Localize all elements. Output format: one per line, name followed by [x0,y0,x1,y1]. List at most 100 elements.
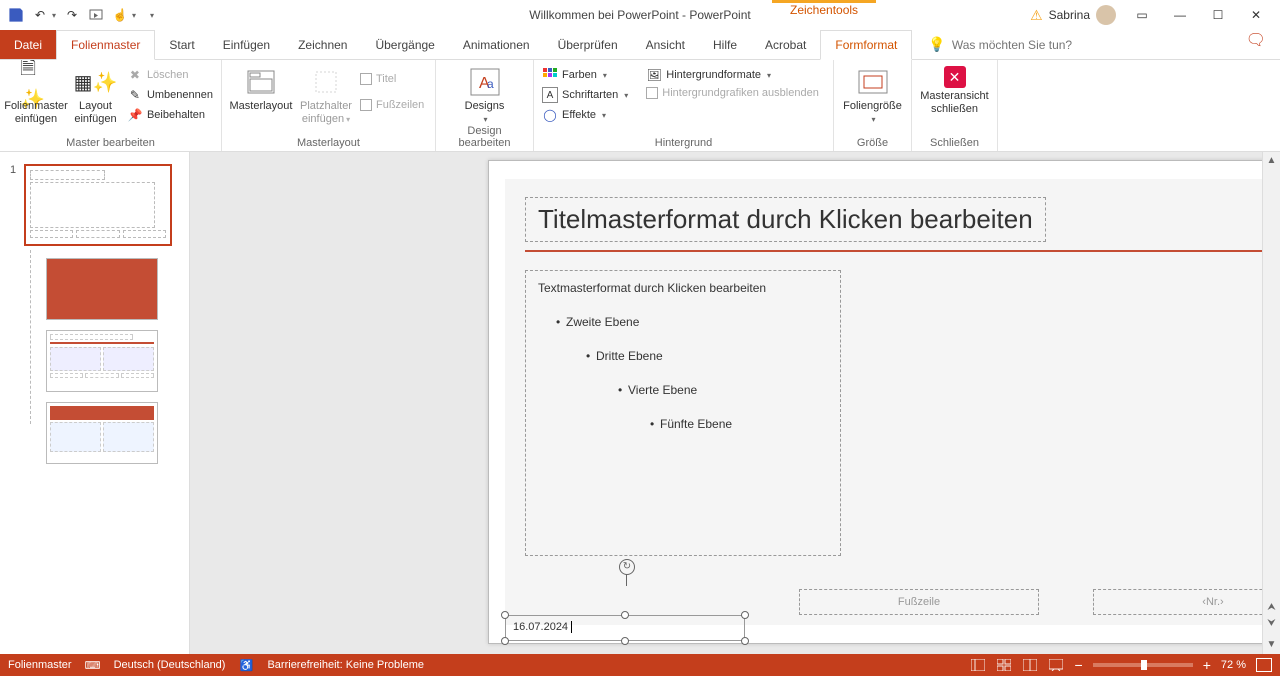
tab-file[interactable]: Datei [0,30,56,59]
slide-number-placeholder[interactable]: ‹Nr.› [1093,589,1280,615]
zoom-in-icon[interactable]: + [1203,657,1211,673]
master-thumbnail[interactable] [24,164,172,246]
tab-hilfe[interactable]: Hilfe [699,30,751,59]
colors-icon [542,67,558,83]
redo-icon[interactable]: ↷ [64,7,80,23]
body-level-4: •Vierte Ebene [538,383,828,397]
prev-slide-icon[interactable]: ⮝ [1263,602,1280,618]
tab-einfuegen[interactable]: Einfügen [209,30,284,59]
scroll-down-icon[interactable]: ▼ [1263,636,1280,654]
ribbon-display-icon[interactable]: ▭ [1130,3,1154,27]
zoom-thumb[interactable] [1141,660,1147,670]
normal-view-icon[interactable] [969,657,987,673]
title-placeholder[interactable]: Titelmasterformat durch Klicken bearbeit… [525,197,1046,242]
fit-to-window-icon[interactable] [1256,658,1272,672]
body-level-3: •Dritte Ebene [538,349,828,363]
contextual-tab-group: Zeichentools [772,0,876,20]
insert-layout-button[interactable]: ▦✨ Layout einfügen [70,66,121,125]
checkbox-icon [646,87,658,99]
user-account[interactable]: ⚠ Sabrina [1030,5,1116,25]
slideshow-view-icon[interactable] [1047,657,1065,673]
tab-uebergaenge[interactable]: Übergänge [361,30,448,59]
edit-pane[interactable]: Titelmasterformat durch Klicken bearbeit… [190,152,1280,654]
close-master-icon: ✕ [944,66,966,88]
colors-button[interactable]: Farben▾ [540,66,630,84]
touch-mode-icon[interactable]: ☝ [112,7,128,23]
lightbulb-icon: 💡 [928,36,945,53]
tab-formformat[interactable]: Formformat [820,30,912,60]
slide-canvas[interactable]: Titelmasterformat durch Klicken bearbeit… [488,160,1280,644]
layout-thumbnail[interactable] [46,402,158,464]
tab-ueberpruefen[interactable]: Überprüfen [544,30,632,59]
fonts-button[interactable]: ASchriftarten▾ [540,86,630,104]
thumbnail-pane[interactable]: 1 [0,152,190,654]
reading-view-icon[interactable] [1021,657,1039,673]
minimize-icon[interactable]: — [1168,3,1192,27]
status-accessibility[interactable]: Barrierefreiheit: Keine Probleme [267,659,424,671]
undo-icon[interactable]: ↶ [32,7,48,23]
layout-thumbnail[interactable] [46,330,158,392]
master-layout-icon [245,66,277,98]
tab-acrobat[interactable]: Acrobat [751,30,820,59]
scroll-up-icon[interactable]: ▲ [1263,152,1280,170]
warning-icon: ⚠ [1030,7,1043,24]
start-from-beginning-icon[interactable] [88,7,104,23]
layout-thumbnails [46,258,179,464]
close-master-label: Masteransicht schließen [918,90,991,115]
effects-button[interactable]: ◯Effekte▾ [540,106,630,124]
layout-thumbnail[interactable] [46,258,158,320]
bg-formats-button[interactable]: 🖼Hintergrundformate▾ [644,66,821,84]
tab-folienmaster[interactable]: Folienmaster [56,30,155,60]
group-label: Masterlayout [228,137,429,151]
vertical-scrollbar[interactable]: ▲ ⮝ ⮟ ▼ [1262,152,1280,654]
zoom-slider[interactable] [1093,663,1193,667]
tell-me[interactable]: 💡 [912,30,1151,59]
footer-checkbox[interactable]: Fußzeilen [358,98,426,112]
save-icon[interactable] [8,7,24,23]
tell-me-input[interactable] [952,38,1152,52]
comments-icon[interactable]: 🗨 [1246,30,1266,50]
rename-button[interactable]: ✎Umbenennen [125,86,215,104]
title-checkbox[interactable]: Titel [358,72,426,86]
tab-animationen[interactable]: Animationen [449,30,544,59]
view-buttons [969,657,1065,673]
undo-dropdown-icon[interactable]: ▾ [52,11,56,20]
bg-formats-icon: 🖼 [646,67,662,83]
qat-customize-icon[interactable]: ▾ [150,11,154,20]
designs-button[interactable]: Aa Designs▾ [455,66,515,125]
title-bar: ↶ ▾ ↷ ☝ ▾ ▾ Willkommen bei PowerPoint - … [0,0,1280,30]
next-slide-icon[interactable]: ⮟ [1263,618,1280,634]
tab-start[interactable]: Start [155,30,208,59]
insert-placeholder-label: Platzhalter einfügen▾ [298,100,354,125]
tab-ansicht[interactable]: Ansicht [632,30,699,59]
delete-icon: ✖ [127,67,143,83]
group-label: Schließen [918,137,991,151]
close-icon[interactable]: ✕ [1244,3,1268,27]
body-level-2: •Zweite Ebene [538,315,828,329]
body-level-5: •Fünfte Ebene [538,417,828,431]
insert-slide-master-button[interactable]: 🗎✨ Folienmaster einfügen [6,66,66,125]
preserve-button[interactable]: 📌Beibehalten [125,106,215,124]
hide-bg-checkbox[interactable]: Hintergrundgrafiken ausblenden [644,86,821,100]
rotate-handle-icon[interactable]: ↻ [619,559,635,575]
zoom-out-icon[interactable]: − [1075,657,1083,673]
zoom-value[interactable]: 72 % [1221,659,1246,671]
slide-number: 1 [10,164,24,176]
group-label: Design bearbeiten [442,125,527,151]
status-language[interactable]: Deutsch (Deutschland) [114,659,226,671]
insert-placeholder-button[interactable]: Platzhalter einfügen▾ [298,66,354,125]
close-master-view-button[interactable]: ✕ Masteransicht schließen [918,66,991,115]
tab-zeichnen[interactable]: Zeichnen [284,30,361,59]
designs-icon: Aa [469,66,501,98]
accessibility-icon: ♿ [239,658,253,672]
master-layout-button[interactable]: Masterlayout [228,66,294,113]
touch-dropdown-icon[interactable]: ▾ [132,11,136,20]
sorter-view-icon[interactable] [995,657,1013,673]
slide-size-button[interactable]: Foliengröße▾ [843,66,903,125]
footer-placeholder[interactable]: Fußzeile [799,589,1039,615]
maximize-icon[interactable]: ☐ [1206,3,1230,27]
body-placeholder[interactable]: Textmasterformat durch Klicken bearbeite… [525,270,841,556]
group-label: Hintergrund [540,137,827,151]
status-view[interactable]: Folienmaster [8,659,72,671]
delete-button[interactable]: ✖Löschen [125,66,215,84]
